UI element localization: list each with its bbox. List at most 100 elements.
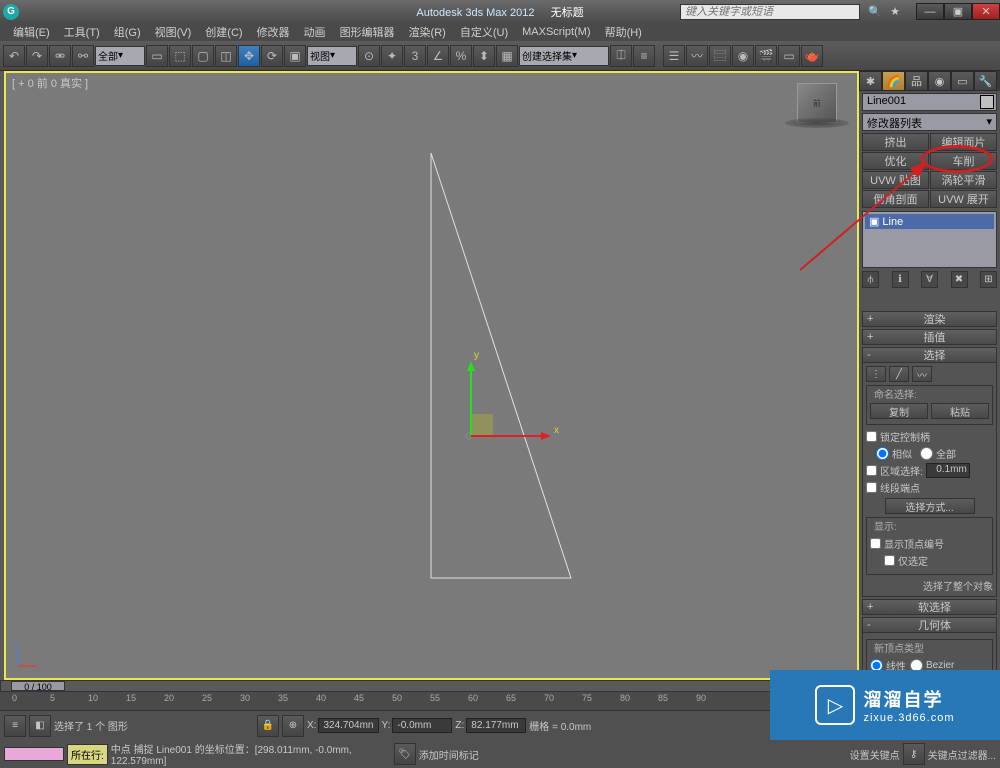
render-frame-button[interactable]: ▭ — [778, 45, 800, 67]
menu-create[interactable]: 创建(C) — [198, 22, 249, 42]
x-coord-field[interactable]: 324.704mn — [318, 718, 378, 733]
menu-maxscript[interactable]: MAXScript(M) — [515, 24, 597, 40]
select-rotate-button[interactable]: ⟳ — [261, 45, 283, 67]
menu-edit[interactable]: 编辑(E) — [6, 22, 57, 42]
schematic-button[interactable]: ⿳ — [709, 45, 731, 67]
time-slider-track[interactable]: 0 / 100 — [0, 680, 859, 692]
mirror-button[interactable]: ⎅ — [610, 45, 632, 67]
display-tab[interactable]: ▭ — [951, 71, 974, 91]
menu-view[interactable]: 视图(V) — [148, 22, 199, 42]
lock-icon[interactable]: 🔒 — [257, 715, 279, 737]
modifier-list-dropdown[interactable]: 修改器列表▾ — [862, 113, 997, 131]
modifier-stack[interactable]: ▣Line — [862, 211, 997, 268]
mod-bevelprofile-button[interactable]: 倒角剖面 — [862, 190, 929, 208]
mod-lathe-button[interactable]: 车削 — [930, 152, 997, 170]
pin-stack-button[interactable]: ⫛ — [862, 271, 879, 288]
pivot-button[interactable]: ⊙ — [358, 45, 380, 67]
menu-render[interactable]: 渲染(R) — [402, 22, 453, 42]
y-coord-field[interactable]: -0.0mm — [392, 718, 452, 733]
subobj-segment-button[interactable]: ╱ — [889, 366, 909, 382]
angle-snap-button[interactable]: ∠ — [427, 45, 449, 67]
create-tab[interactable]: ✱ — [859, 71, 882, 91]
search-icon[interactable]: 🔍 — [868, 5, 882, 18]
mod-extrude-button[interactable]: 挤出 — [862, 133, 929, 151]
select-rect-button[interactable]: ▢ — [192, 45, 214, 67]
menu-group[interactable]: 组(G) — [107, 22, 148, 42]
area-select-checkbox[interactable] — [866, 465, 877, 476]
mod-uvwmap-button[interactable]: UVW 贴图 — [862, 171, 929, 189]
key-filters-button[interactable]: 关键点过滤器... — [928, 747, 996, 762]
window-crossing-button[interactable]: ◫ — [215, 45, 237, 67]
rollout-render-header[interactable]: +渲染 — [862, 311, 997, 327]
remove-mod-button[interactable]: ✖ — [951, 271, 968, 288]
menu-graph[interactable]: 图形编辑器 — [333, 22, 402, 42]
unlink-button[interactable]: ⚯ — [72, 45, 94, 67]
all-radio[interactable] — [920, 447, 933, 460]
help-search-input[interactable] — [680, 4, 860, 20]
minimize-button[interactable]: — — [916, 3, 944, 20]
mod-uvwunwrap-button[interactable]: UVW 展开 — [930, 190, 997, 208]
spinner-snap-button[interactable]: ⬍ — [473, 45, 495, 67]
menu-tools[interactable]: 工具(T) — [57, 22, 107, 42]
unique-button[interactable]: ∀ — [921, 271, 938, 288]
rollout-interp-header[interactable]: +插值 — [862, 329, 997, 345]
show-vert-num-checkbox[interactable] — [870, 538, 881, 549]
undo-button[interactable]: ↶ — [3, 45, 25, 67]
config-button[interactable]: ⊞ — [980, 271, 997, 288]
select-name-button[interactable]: ⬚ — [169, 45, 191, 67]
snap-toggle-button[interactable]: 3 — [404, 45, 426, 67]
time-tag-button[interactable]: 🏷 — [394, 743, 416, 765]
motion-tab[interactable]: ◉ — [928, 71, 951, 91]
material-editor-button[interactable]: ◉ — [732, 45, 754, 67]
layer-button[interactable]: ☰ — [663, 45, 685, 67]
abs-rel-button[interactable]: ⊕ — [282, 715, 304, 737]
rollout-geom-header[interactable]: -几何体 — [862, 617, 997, 633]
ref-coord-dropdown[interactable]: 视图▾ — [307, 46, 357, 66]
stack-item-line[interactable]: ▣Line — [865, 214, 994, 229]
setkey-button[interactable]: 设置关键点 — [850, 747, 900, 762]
key-filters-icon[interactable]: ⚷ — [903, 743, 925, 765]
script-listener[interactable] — [4, 747, 64, 761]
mod-optimize-button[interactable]: 优化 — [862, 152, 929, 170]
menu-animation[interactable]: 动画 — [297, 22, 333, 42]
object-name-field[interactable]: Line001 — [862, 93, 997, 111]
selection-filter-dropdown[interactable]: 全部▾ — [95, 46, 145, 66]
hierarchy-tab[interactable]: 品 — [905, 71, 928, 91]
object-color-swatch[interactable] — [980, 95, 994, 109]
expand-icon[interactable]: ▣ — [869, 215, 879, 228]
align-button[interactable]: ≡ — [633, 45, 655, 67]
time-slider-thumb[interactable]: 0 / 100 — [11, 681, 65, 691]
named-sel-sets-dropdown[interactable]: 创建选择集▾ — [519, 46, 609, 66]
maximize-button[interactable]: ▣ — [944, 3, 972, 20]
render-button[interactable]: 🫖 — [801, 45, 823, 67]
lock-selection-button[interactable]: ◧ — [29, 715, 51, 737]
viewport-front[interactable]: [ + 0 前 0 真实 ] 前 y x z — [4, 71, 859, 680]
manipulate-button[interactable]: ✦ — [381, 45, 403, 67]
redo-button[interactable]: ↷ — [26, 45, 48, 67]
mod-turbosmooth-button[interactable]: 涡轮平滑 — [930, 171, 997, 189]
editpoly-button[interactable]: ▦ — [496, 45, 518, 67]
area-value-spinner[interactable]: 0.1mm — [926, 463, 970, 478]
mod-editpatch-button[interactable]: 编辑面片 — [930, 133, 997, 151]
z-coord-field[interactable]: 82.177mm — [466, 718, 526, 733]
modify-tab[interactable]: 🌈 — [882, 71, 905, 91]
lock-handles-checkbox[interactable] — [866, 431, 877, 442]
menu-help[interactable]: 帮助(H) — [598, 22, 649, 42]
similar-radio[interactable] — [876, 447, 889, 460]
subobj-spline-button[interactable]: 〰 — [912, 366, 932, 382]
menu-customize[interactable]: 自定义(U) — [453, 22, 515, 42]
select-object-button[interactable]: ▭ — [146, 45, 168, 67]
select-by-button[interactable]: 选择方式... — [885, 498, 975, 514]
segment-end-checkbox[interactable] — [866, 482, 877, 493]
only-selected-checkbox[interactable] — [884, 555, 895, 566]
menu-modifiers[interactable]: 修改器 — [250, 22, 297, 42]
subobj-vertex-button[interactable]: ⋮ — [866, 366, 886, 382]
app-logo-icon[interactable]: G — [3, 4, 19, 20]
add-time-tag[interactable]: 添加时间标记 — [419, 747, 479, 762]
select-move-button[interactable]: ✥ — [238, 45, 260, 67]
select-scale-button[interactable]: ▣ — [284, 45, 306, 67]
paste-sel-button[interactable]: 粘贴 — [931, 403, 989, 419]
line-object[interactable]: y x — [6, 73, 857, 678]
maxscript-mini-button[interactable]: ≡ — [4, 715, 26, 737]
curve-editor-button[interactable]: 〰 — [686, 45, 708, 67]
